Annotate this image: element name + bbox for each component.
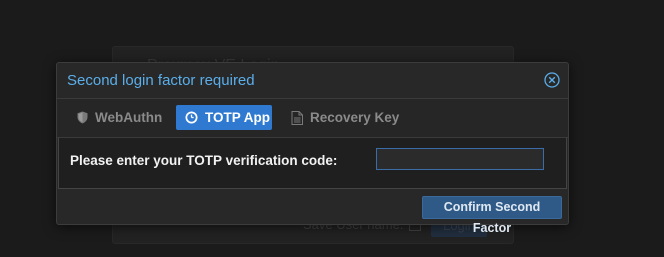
totp-code-input[interactable]: [376, 148, 544, 170]
clock-icon: [185, 111, 198, 124]
tab-totp-app[interactable]: TOTP App: [176, 105, 272, 130]
document-icon: [291, 110, 303, 125]
tab-recovery-key-label: Recovery Key: [310, 110, 400, 125]
second-factor-dialog: Second login factor required WebAuthn TO…: [56, 62, 569, 235]
dialog-footer: Confirm Second Factor: [57, 189, 568, 235]
tab-webauthn-label: WebAuthn: [95, 110, 163, 125]
factor-tabs: WebAuthn TOTP App Recovery Key: [57, 99, 568, 138]
dialog-header: Second login factor required: [57, 63, 568, 99]
screen: Proxmox VE Login Save User name: Login S…: [0, 0, 664, 257]
totp-code-label: Please enter your TOTP verification code…: [70, 153, 338, 168]
close-button[interactable]: [544, 72, 560, 88]
close-circle-icon: [544, 72, 560, 88]
confirm-second-factor-button[interactable]: Confirm Second Factor: [422, 196, 562, 235]
tab-totp-app-label: TOTP App: [205, 110, 271, 125]
tab-recovery-key[interactable]: Recovery Key: [291, 105, 399, 130]
totp-panel: Please enter your TOTP verification code…: [58, 138, 567, 189]
dialog-title: Second login factor required: [67, 72, 255, 89]
shield-icon: [77, 111, 88, 124]
tab-webauthn[interactable]: WebAuthn: [77, 105, 162, 130]
